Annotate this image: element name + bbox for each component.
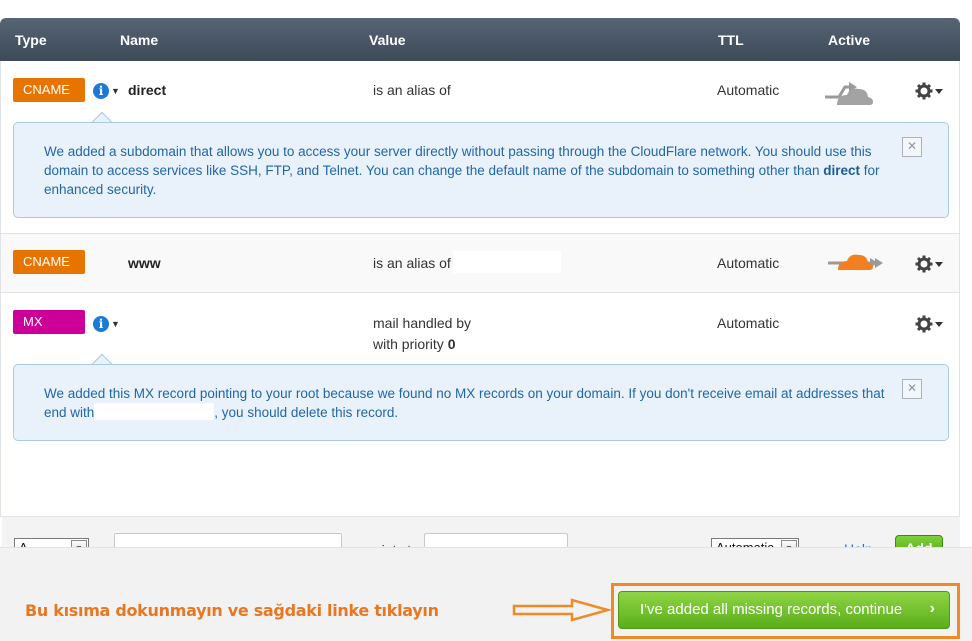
notice-text: We added this MX record pointing to your… — [44, 384, 894, 422]
header-name: Name — [120, 32, 159, 48]
dns-records-table: CNAME i ▼ direct is an alias of Automati… — [0, 61, 960, 576]
caret-down-icon[interactable]: ▼ — [111, 86, 120, 96]
priority-label: with priority — [373, 336, 444, 352]
cloud-on-icon[interactable] — [826, 250, 886, 276]
notice-bold-direct: direct — [823, 163, 860, 178]
continue-button[interactable]: I've added all missing records, continue… — [618, 591, 950, 629]
redacted-domain — [94, 403, 215, 420]
record-ttl[interactable]: Automatic — [717, 315, 779, 331]
record-name[interactable]: direct — [128, 82, 166, 98]
record-type-badge[interactable]: MX — [13, 310, 85, 334]
footer: Bu kısıma dokunmayın ve sağdaki linke tı… — [0, 547, 972, 641]
record-priority[interactable]: with priority 0 — [373, 336, 455, 352]
annotation-arrow-icon — [512, 598, 612, 622]
caret-down-icon[interactable]: ▼ — [111, 319, 120, 329]
record-row-mx: MX i ▼ mail handled by with priority 0 A… — [1, 294, 959, 354]
gear-icon[interactable] — [915, 315, 945, 333]
continue-label: I've added all missing records, continue — [640, 601, 903, 618]
gear-icon[interactable] — [915, 82, 945, 100]
record-ttl[interactable]: Automatic — [717, 82, 779, 98]
mx-record-notice: We added this MX record pointing to your… — [13, 364, 949, 441]
info-icon[interactable]: i — [93, 316, 109, 332]
close-notice-button[interactable]: ✕ — [902, 137, 922, 157]
header-type: Type — [15, 32, 47, 48]
record-type-badge[interactable]: CNAME — [13, 250, 85, 274]
direct-subdomain-notice: We added a subdomain that allows you to … — [13, 122, 949, 218]
notice-text-part1: We added a subdomain that allows you to … — [44, 144, 872, 178]
dns-records-page: Type Name Value TTL Active CNAME i ▼ dir… — [0, 0, 972, 641]
notice-text-part2: , you should delete this record. — [214, 405, 399, 420]
header-active: Active — [828, 32, 871, 48]
record-row-www: CNAME www is an alias of Automatic — [1, 233, 959, 293]
cloud-off-icon[interactable] — [823, 73, 875, 107]
record-type-badge[interactable]: CNAME — [13, 78, 85, 102]
header-value: Value — [369, 32, 406, 48]
chevron-right-icon: › — [929, 600, 935, 617]
gear-icon[interactable] — [915, 255, 945, 273]
notice-text: We added a subdomain that allows you to … — [44, 142, 894, 199]
info-icon[interactable]: i — [93, 83, 109, 99]
table-header: Type Name Value TTL Active — [0, 18, 960, 61]
priority-value: 0 — [447, 336, 456, 352]
record-ttl[interactable]: Automatic — [717, 255, 779, 271]
header-ttl: TTL — [718, 32, 744, 48]
record-value[interactable]: mail handled by — [373, 315, 471, 331]
record-value[interactable]: is an alias of — [373, 255, 451, 271]
record-value[interactable]: is an alias of — [373, 82, 451, 98]
redacted-value — [453, 251, 561, 273]
close-notice-button[interactable]: ✕ — [902, 379, 922, 399]
record-name[interactable]: www — [128, 255, 161, 271]
annotation-instruction: Bu kısıma dokunmayın ve sağdaki linke tı… — [25, 601, 439, 620]
record-row-direct: CNAME i ▼ direct is an alias of Automati… — [1, 61, 959, 121]
